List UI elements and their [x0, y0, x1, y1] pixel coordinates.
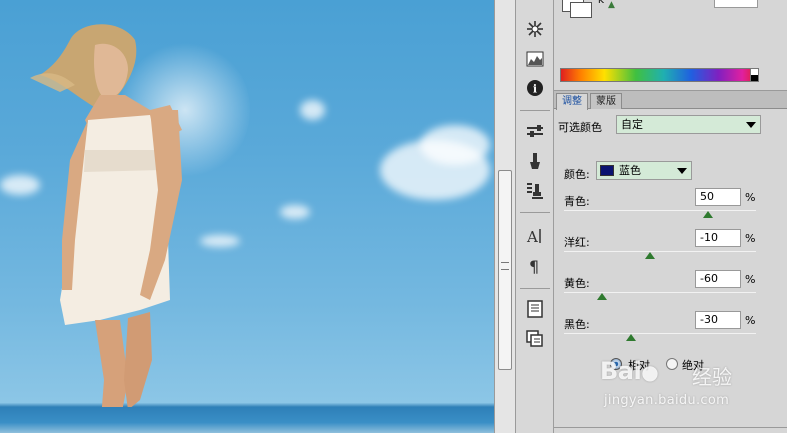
yellow-input[interactable]: -60 — [695, 270, 741, 288]
dock-separator — [520, 212, 550, 213]
sea — [0, 407, 494, 433]
tab-adjustments[interactable]: 调整 — [556, 93, 588, 110]
preset-dropdown[interactable]: 自定 — [616, 115, 761, 134]
woman-figure — [30, 24, 182, 433]
color-channel-label: K — [598, 0, 604, 6]
dock-separator — [520, 288, 550, 289]
character-icon[interactable]: A — [524, 225, 546, 247]
black-input[interactable]: -30 — [695, 311, 741, 329]
photo-canvas[interactable] — [0, 0, 494, 433]
colors-value: 蓝色 — [619, 164, 641, 177]
cyan-unit: % — [745, 191, 756, 204]
watermark: Bai● 经验 jingyan.baidu.com — [600, 355, 750, 415]
brush-presets-icon[interactable] — [524, 150, 546, 172]
paragraph-icon[interactable]: ¶ — [524, 255, 546, 277]
dock-separator — [520, 110, 550, 111]
preset-value: 自定 — [621, 118, 643, 131]
tab-masks[interactable]: 蒙版 — [590, 93, 622, 109]
black-slider-track[interactable] — [564, 333, 756, 334]
cyan-input[interactable]: 50 — [695, 188, 741, 206]
yellow-slider-thumb[interactable] — [597, 293, 608, 300]
magenta-slider-track[interactable] — [564, 251, 756, 252]
svg-text:A: A — [526, 228, 538, 245]
scrollbar-thumb[interactable] — [498, 170, 512, 370]
adjustments-sliders-icon[interactable] — [524, 120, 546, 142]
info-icon[interactable]: i — [524, 77, 546, 99]
magenta-input[interactable]: -10 — [695, 229, 741, 247]
layer-comps-icon[interactable] — [524, 328, 546, 350]
yellow-unit: % — [745, 273, 756, 286]
yellow-label: 黄色: — [564, 277, 590, 290]
panel-tabbar: 调整 蒙版 — [554, 91, 787, 110]
canvas-vertical-scrollbar[interactable] — [494, 0, 516, 433]
cyan-slider-thumb[interactable] — [703, 211, 713, 218]
magenta-slider-thumb[interactable] — [645, 252, 656, 259]
watermark-url: jingyan.baidu.com — [604, 393, 730, 408]
panel-footer — [554, 427, 787, 433]
magenta-unit: % — [745, 232, 756, 245]
black-white-swatch[interactable] — [750, 68, 759, 82]
chevron-down-icon — [746, 122, 756, 128]
navigator-icon[interactable] — [524, 18, 546, 40]
paw-icon: ● — [641, 360, 659, 384]
watermark-suffix: 经验 — [692, 365, 732, 389]
cyan-label: 青色: — [564, 195, 590, 208]
panel-dock: i A ¶ — [516, 0, 554, 433]
svg-text:¶: ¶ — [529, 257, 539, 275]
yellow-slider-track[interactable] — [564, 292, 756, 293]
black-unit: % — [745, 314, 756, 327]
chevron-down-icon — [677, 168, 687, 174]
background-swatch[interactable] — [570, 2, 592, 18]
color-chip — [600, 165, 614, 176]
color-value-field[interactable] — [714, 0, 758, 8]
notes-icon[interactable] — [524, 298, 546, 320]
scrollbar-grip-icon — [501, 262, 509, 270]
magenta-label: 洋红: — [564, 236, 590, 249]
black-label: 黑色: — [564, 318, 590, 331]
histogram-icon[interactable] — [524, 48, 546, 70]
color-panel: K ▲ — [554, 0, 787, 91]
watermark-brand: Bai● — [600, 357, 659, 385]
clone-source-icon[interactable] — [524, 180, 546, 202]
black-slider-thumb[interactable] — [626, 334, 637, 341]
color-slider-thumb[interactable]: ▲ — [608, 0, 615, 10]
svg-text:i: i — [533, 83, 537, 96]
watermark-brand-text: Bai — [600, 357, 642, 385]
cyan-slider-track[interactable] — [564, 210, 756, 211]
colors-label: 颜色: — [564, 168, 590, 181]
color-spectrum-bar[interactable] — [560, 68, 759, 82]
colors-dropdown[interactable]: 蓝色 — [596, 161, 692, 180]
selective-color-title: 可选颜色 — [558, 121, 602, 134]
